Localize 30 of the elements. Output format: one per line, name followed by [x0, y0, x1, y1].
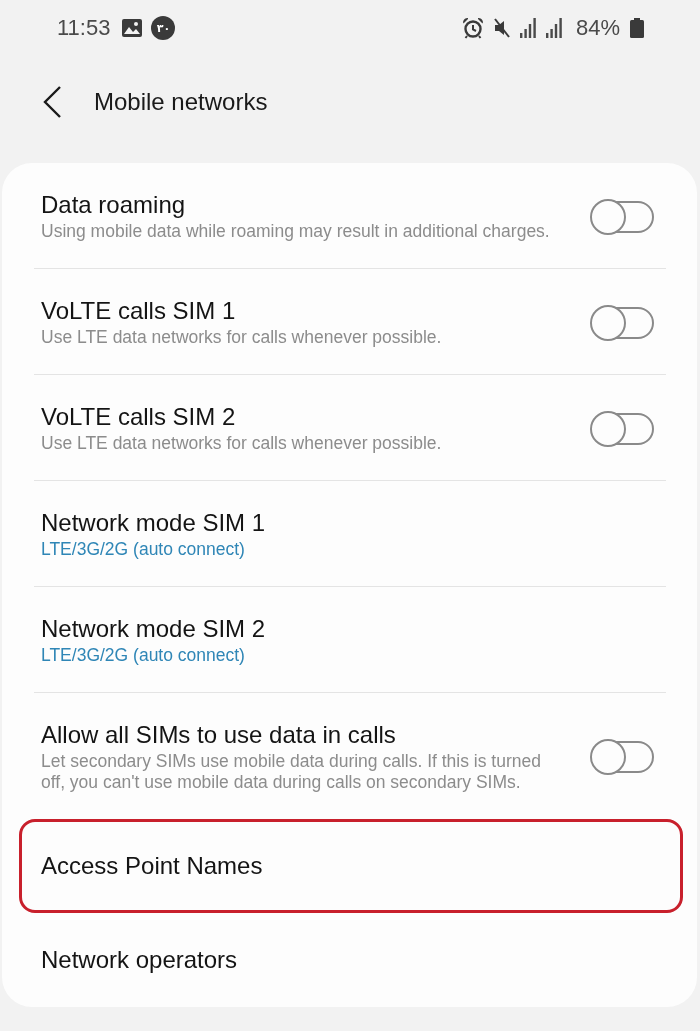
- setting-description: Use LTE data networks for calls whenever possible.: [41, 433, 442, 454]
- battery-icon: [630, 18, 644, 38]
- signal-icon: [545, 18, 562, 38]
- toggle-switch[interactable]: [590, 198, 654, 235]
- setting-description: Using mobile data while roaming may result in additional charges.: [41, 221, 550, 242]
- setting-value: LTE/3G/2G (auto connect): [41, 645, 245, 666]
- page-title: Mobile networks: [94, 88, 268, 116]
- signal-icon: [519, 18, 536, 38]
- setting-value: LTE/3G/2G (auto connect): [41, 539, 245, 560]
- setting-title: VoLTE calls SIM 2: [41, 403, 236, 431]
- toggle-switch[interactable]: [590, 739, 654, 775]
- notification-badge: ۳۰: [151, 16, 176, 40]
- setting-title: Network mode SIM 2: [41, 615, 266, 643]
- setting-title: Network mode SIM 1: [41, 509, 266, 537]
- setting-title: Data roaming: [41, 191, 186, 219]
- setting-description: Use LTE data networks for calls whenever possible.: [41, 327, 442, 348]
- setting-description: Let secondary SIMs use mobile data during calls. If this is turned off, you can't use mobile data during calls on secondary SIMs.: [41, 751, 542, 793]
- mute-icon: [493, 18, 510, 38]
- image-icon: [122, 19, 143, 37]
- setting-title: Allow all SIMs to use data in calls: [41, 721, 396, 749]
- toggle-switch[interactable]: [590, 304, 654, 341]
- back-icon: [42, 86, 62, 118]
- battery-percentage: 84%: [575, 15, 620, 41]
- back-button[interactable]: [42, 86, 62, 118]
- clock-time: 11:53: [57, 15, 111, 41]
- toggle-switch[interactable]: [590, 410, 654, 447]
- settings-item[interactable]: Network operators: [19, 913, 683, 1007]
- settings-item[interactable]: Access Point Names: [19, 819, 683, 913]
- setting-title: VoLTE calls SIM 1: [41, 297, 236, 325]
- alarm-icon: [461, 17, 484, 39]
